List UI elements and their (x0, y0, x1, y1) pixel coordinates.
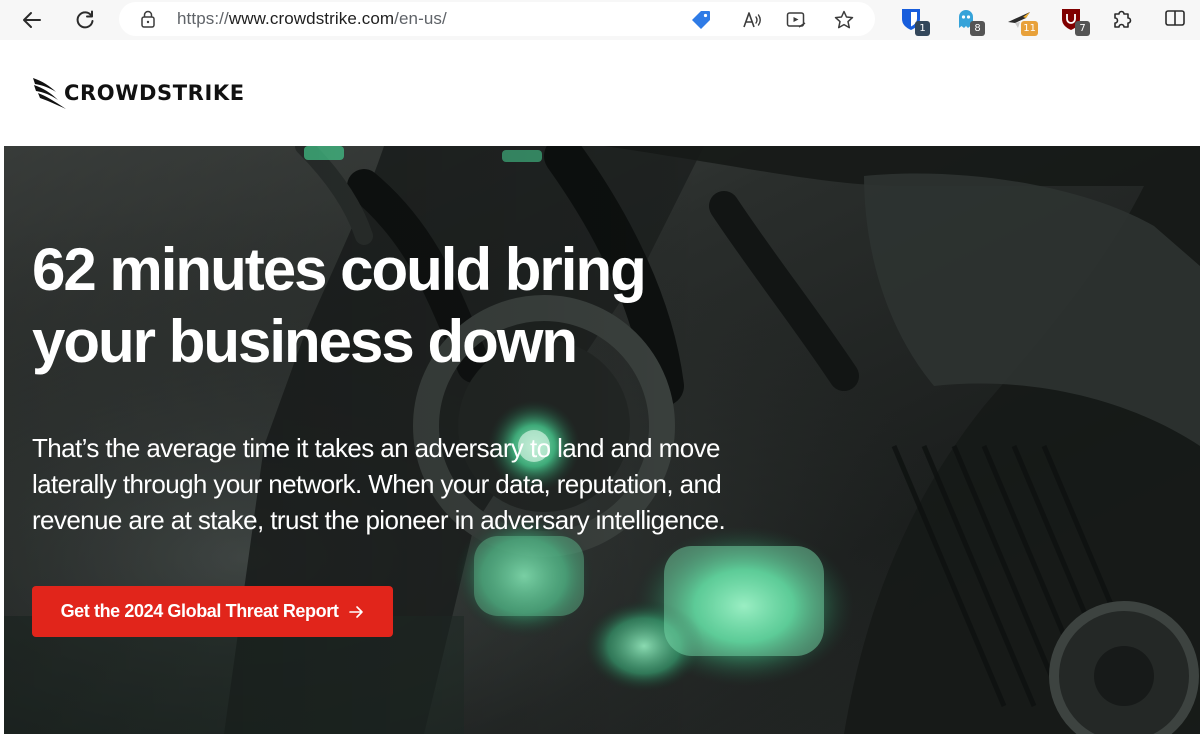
get-threat-report-button[interactable]: Get the 2024 Global Threat Report (32, 586, 393, 637)
url-prefix: https:// (177, 9, 229, 28)
read-aloud-icon[interactable] (741, 9, 763, 31)
arrow-left-icon (23, 12, 41, 28)
arrow-right-icon (348, 604, 364, 620)
puzzle-icon (1114, 10, 1132, 28)
lock-icon[interactable] (139, 10, 157, 28)
url-path: /en-us/ (394, 9, 447, 28)
crowdstrike-logo[interactable]: CROWDSTRIKE (32, 76, 245, 110)
browser-toolbar: https://www.crowdstrike.com/en-us/ 1 8 1… (0, 0, 1200, 40)
falcon-logo-icon (33, 78, 66, 109)
bitwarden-extension[interactable]: 1 (898, 6, 930, 36)
hero-title-line-2: your business down (32, 308, 578, 375)
hero-subtitle: That’s the average time it takes an adve… (32, 433, 726, 535)
split-screen-icon (1165, 10, 1185, 26)
extensions-button[interactable] (1110, 6, 1136, 32)
extension-badge: 7 (1075, 21, 1090, 36)
refresh-icon (76, 10, 94, 29)
url-text[interactable]: https://www.crowdstrike.com/en-us/ (177, 9, 447, 29)
split-screen-button[interactable] (1163, 6, 1189, 32)
extension-badge: 11 (1021, 21, 1038, 36)
cta-label: Get the 2024 Global Threat Report (60, 601, 339, 621)
site-header: CROWDSTRIKE (4, 40, 1200, 146)
logo-text: CROWDSTRIKE (64, 81, 245, 105)
hero-title-line-1: 62 minutes could bring (32, 236, 647, 303)
favorite-star-icon[interactable] (833, 9, 855, 31)
tag-icon[interactable] (690, 9, 712, 31)
extension-badge: 8 (970, 21, 985, 36)
media-control-icon[interactable] (785, 9, 807, 31)
hero-section: 62 minutes could bring your business down… (4, 146, 1200, 734)
ublock-extension[interactable]: 7 (1058, 6, 1090, 36)
url-host: www.crowdstrike.com (228, 9, 395, 28)
hero-title: 62 minutes could bring your business down (32, 234, 792, 378)
address-bar[interactable]: https://www.crowdstrike.com/en-us/ (119, 2, 875, 36)
back-button[interactable] (15, 3, 49, 37)
vpn-extension[interactable]: 11 (1006, 6, 1038, 36)
ghostery-extension[interactable]: 8 (953, 6, 985, 36)
extension-badge: 1 (915, 21, 930, 36)
refresh-button[interactable] (68, 3, 102, 37)
